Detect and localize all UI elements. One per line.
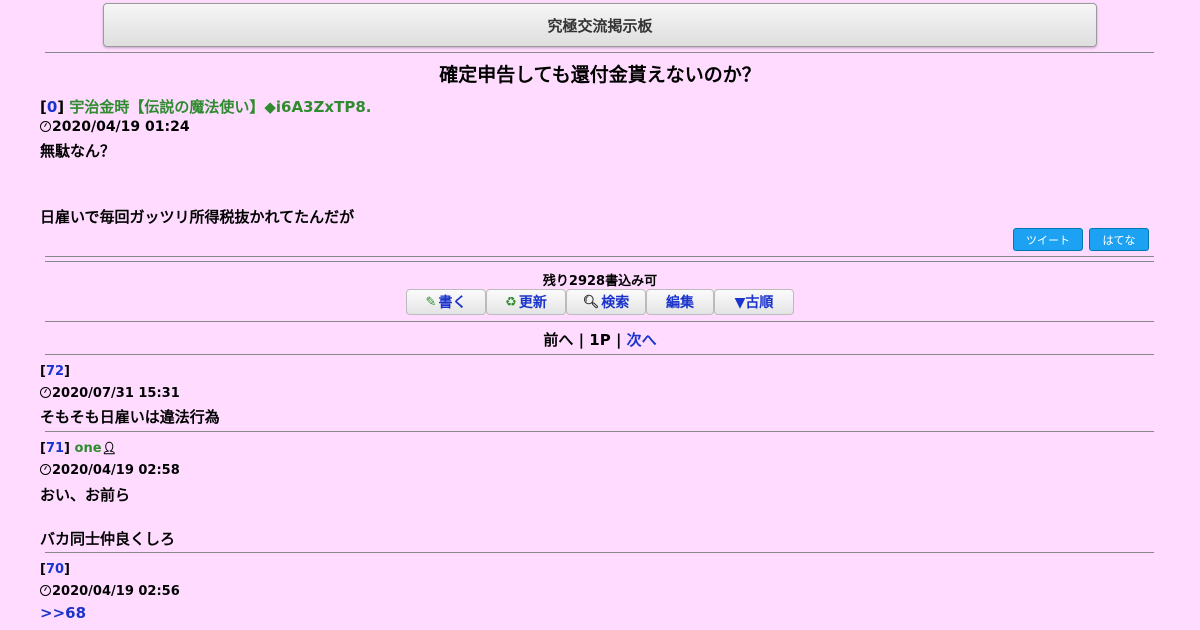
search-icon: 🔍︎ [582, 294, 600, 310]
op-author-name: 宇治金時【伝説の魔法使い】◆i6A3ZxTP8. [69, 98, 372, 116]
refresh-button[interactable]: ♻ 更新 [486, 289, 566, 315]
remaining-posts: 残り2928書込み可 [542, 274, 658, 289]
op-number-link[interactable]: 0 [47, 98, 57, 116]
sort-order-label: ▼古順 [734, 295, 774, 311]
write-button[interactable]: ✎ 書く [406, 289, 486, 315]
sort-order-button[interactable]: ▼古順 [714, 289, 794, 315]
board-header[interactable]: 究極交流掲示板 [103, 3, 1097, 47]
thread-title: 確定申告しても還付金貰えないのか？ [439, 64, 761, 86]
post-number-link[interactable]: 70 [46, 562, 64, 577]
post-date-text: 2020/07/31 15:31 [52, 386, 180, 401]
board-title: 究極交流掲示板 [547, 16, 653, 35]
refresh-label: 更新 [518, 295, 547, 311]
edit-button[interactable]: 編集 [646, 289, 714, 315]
op-date-text: 2020/04/19 01:24 [52, 119, 190, 135]
post-date-text: 2020/04/19 02:56 [52, 584, 180, 599]
post-author-name: one [74, 441, 102, 456]
post-number-link[interactable]: 71 [46, 441, 64, 456]
divider [45, 52, 1154, 53]
pager-sep: | [578, 331, 585, 349]
op-date: 2020/04/19 01:24 [40, 119, 190, 135]
op-body-line: 日雇いで毎回ガッツリ所得税抜かれてたんだが [40, 208, 355, 226]
post-date: 2020/04/19 02:58 [40, 463, 180, 478]
op-body-line: 無駄なん？ [40, 142, 116, 160]
clock-icon [40, 121, 51, 132]
write-label: 書く [438, 295, 467, 311]
post-header: [70] [40, 562, 70, 577]
clock-icon [40, 464, 51, 475]
clock-icon [40, 387, 51, 398]
post-number-link[interactable]: 72 [46, 364, 64, 379]
divider [45, 552, 1154, 553]
op-header: [0] 宇治金時【伝説の魔法使い】◆i6A3ZxTP8. [40, 98, 372, 116]
post-header: [72] [40, 364, 70, 379]
pager: 前へ | 1P | 次へ [0, 329, 1200, 350]
post-body-line: そもそも日雇いは違法行為 [40, 408, 220, 426]
post-date: 2020/04/19 02:56 [40, 584, 180, 599]
divider [45, 321, 1154, 322]
divider [45, 261, 1154, 262]
hatena-button[interactable]: はてな [1089, 228, 1149, 251]
pencil-icon: ✎ [425, 294, 437, 310]
refresh-icon: ♻ [505, 294, 517, 310]
pager-prev: 前へ [543, 331, 574, 349]
edit-label: 編集 [666, 295, 694, 311]
search-button[interactable]: 🔍︎ 検索 [566, 289, 646, 315]
post-header: [71] one👤︎ [40, 441, 117, 456]
post-date: 2020/07/31 15:31 [40, 386, 180, 401]
user-icon: 👤︎ [101, 441, 117, 455]
clock-icon [40, 585, 51, 596]
post-body-line: おい、お前ら [40, 486, 131, 504]
divider [45, 431, 1154, 432]
post-body-line: バカ同士仲良くしろ [40, 530, 176, 548]
tweet-button[interactable]: ツイート [1013, 228, 1083, 251]
divider [45, 256, 1154, 257]
reply-anchor-link[interactable]: >>68 [40, 604, 86, 622]
post-date-text: 2020/04/19 02:58 [52, 463, 180, 478]
divider [45, 354, 1154, 355]
pager-current: 1P [589, 331, 611, 349]
pager-sep: | [615, 331, 622, 349]
search-label: 検索 [601, 295, 630, 311]
pager-next-link[interactable]: 次へ [627, 331, 657, 349]
